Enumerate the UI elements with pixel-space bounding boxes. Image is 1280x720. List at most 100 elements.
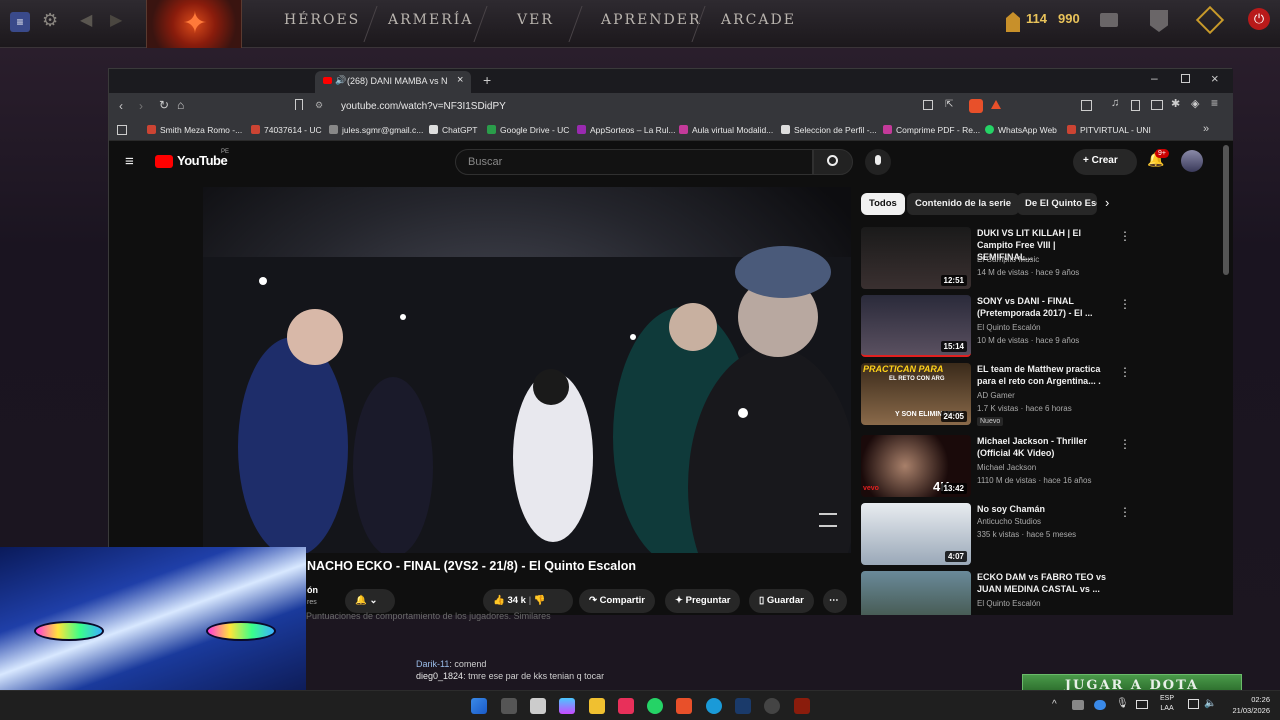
power-icon[interactable]: ⏻ (1248, 8, 1270, 30)
cast-icon[interactable] (923, 100, 933, 110)
recommended-video[interactable]: 15:14 SONY vs DANI - FINAL (Pretemporada… (861, 295, 1131, 361)
music-app-icon[interactable] (618, 698, 634, 714)
shield-icon[interactable] (1150, 10, 1168, 32)
steam-icon[interactable] (735, 698, 751, 714)
search-button[interactable] (813, 149, 853, 175)
apps-grid-icon[interactable] (117, 125, 127, 135)
bookmark-item[interactable]: Seleccion de Perfil -... (781, 125, 877, 135)
audio-icon[interactable]: 🔊 (335, 75, 346, 86)
whatsapp-icon[interactable] (647, 698, 663, 714)
start-icon[interactable] (471, 698, 487, 714)
bookmark-item[interactable]: AppSorteos – La Rul... (577, 125, 676, 135)
volume-icon[interactable]: 🔈 (1204, 698, 1216, 709)
brave-icon[interactable] (676, 698, 692, 714)
new-tab-icon[interactable]: + (483, 72, 491, 88)
bookmark-item[interactable]: Smith Meza Romo -... (147, 125, 242, 135)
more-options-icon[interactable]: ⋮ (1119, 573, 1121, 587)
address-bar[interactable]: ⚙ youtube.com/watch?v=NF3I1SDidPY ⇱ (309, 96, 1001, 118)
bookmark-item[interactable]: Google Drive - UC (487, 125, 569, 135)
forward-arrow-icon[interactable]: ▶ (110, 10, 122, 30)
more-options-icon[interactable]: ⋮ (1119, 505, 1131, 519)
tray-app-icon[interactable] (1072, 700, 1084, 710)
wallet-icon[interactable] (1151, 100, 1163, 110)
gear-icon[interactable]: ⚙ (42, 10, 58, 31)
minimize-icon[interactable]: – (1151, 71, 1158, 85)
extensions-icon[interactable]: ✱ (1171, 97, 1180, 110)
keyboard-icon[interactable] (1136, 700, 1148, 709)
chips-next-icon[interactable]: › (1105, 195, 1109, 210)
more-options-icon[interactable]: ⋮ (1119, 365, 1131, 379)
chip-all[interactable]: Todos (861, 193, 905, 215)
more-bookmarks-icon[interactable]: » (1203, 123, 1209, 135)
clock[interactable]: 02:26 21/03/2026 (1218, 694, 1270, 716)
recommended-video[interactable]: 4:07 No soy Chamán Anticucho Studios 335… (861, 503, 1131, 569)
back-icon[interactable]: ‹ (119, 99, 123, 113)
brave-shield-icon[interactable] (969, 99, 983, 113)
avatar[interactable] (1181, 150, 1203, 172)
recommended-video[interactable]: ECKO DAM vs FABRO TEO vs JUAN MEDINA CAS… (861, 571, 1121, 615)
more-options-icon[interactable]: ⋮ (1119, 437, 1131, 451)
bookmark-item[interactable]: 74037614 - UC (251, 125, 322, 135)
bookmark-item[interactable]: jules.sgmr@gmail.c... (329, 125, 423, 135)
voice-search-button[interactable] (865, 149, 891, 175)
bookmark-item[interactable]: Comprime PDF - Re... (883, 125, 980, 135)
recommended-video[interactable]: 12:51 DUKI VS LIT KILLAH | El Campito Fr… (861, 227, 1131, 293)
scrollbar[interactable] (1223, 145, 1229, 275)
microphone-icon[interactable]: 🎙 (1116, 698, 1129, 709)
brave-rewards-icon[interactable] (991, 100, 1001, 109)
subscribe-bell-button[interactable]: 🔔 ⌄ (345, 589, 395, 613)
ask-button[interactable]: ✦ Preguntar (665, 589, 741, 613)
sidebar-toggle-icon[interactable] (1081, 100, 1092, 111)
nav-arcade[interactable]: ARCADE (721, 12, 796, 28)
menu-icon[interactable]: ≡ (1211, 96, 1218, 110)
window-close-icon[interactable]: × (1211, 71, 1219, 86)
copilot-icon[interactable] (559, 698, 575, 714)
language-indicator[interactable]: ESP LAA (1160, 694, 1174, 714)
reload-icon[interactable]: ↻ (159, 98, 169, 112)
share-button[interactable]: ↷ Compartir (579, 589, 656, 613)
search-input[interactable]: Buscar (455, 149, 813, 175)
bookmark-item[interactable]: WhatsApp Web (985, 125, 1057, 135)
hamburger-menu-icon[interactable]: ≡ (125, 153, 134, 170)
create-button[interactable]: + Crear (1073, 149, 1137, 175)
bookmark-icon[interactable] (295, 99, 303, 110)
like-button[interactable]: 👍 34 k | 👎 (483, 589, 573, 613)
dota-menu-icon[interactable]: ≡ (10, 12, 30, 32)
nav-learn[interactable]: APRENDER (601, 12, 702, 28)
tab-close-icon[interactable]: × (457, 74, 463, 86)
network-icon[interactable] (1188, 699, 1199, 709)
tray-expand-icon[interactable]: ^ (1052, 699, 1057, 710)
dota-taskbar-icon[interactable] (794, 698, 810, 714)
onedrive-icon[interactable] (1094, 700, 1106, 710)
reading-icon[interactable] (1131, 100, 1140, 111)
nav-heroes[interactable]: HÉROES (284, 12, 360, 28)
more-actions-button[interactable]: ⋯ (823, 589, 847, 613)
nav-watch[interactable]: VER (517, 12, 554, 28)
back-arrow-icon[interactable]: ◀ (80, 10, 92, 30)
bookmark-item[interactable]: ChatGPT (429, 125, 477, 135)
calendar-icon[interactable] (530, 698, 546, 714)
video-player[interactable] (203, 187, 858, 627)
obs-icon[interactable] (764, 698, 780, 714)
bookmark-item[interactable]: Aula virtual Modalid... (679, 125, 773, 135)
browser-tab[interactable]: 🔊 (268) DANI MAMBA vs NACH × (315, 71, 471, 93)
site-info-icon[interactable]: ⚙ (315, 100, 323, 111)
chip-channel[interactable]: De El Quinto Esc (1017, 193, 1097, 215)
recommended-video[interactable]: vevo 4K 13:42 Michael Jackson - Thriller… (861, 435, 1131, 501)
bookmark-item[interactable]: PITVIRTUAL - UNI (1067, 125, 1151, 135)
more-options-icon[interactable]: ⋮ (1119, 229, 1131, 243)
vpn-icon[interactable]: ◈ (1191, 97, 1199, 110)
more-options-icon[interactable]: ⋮ (1119, 297, 1131, 311)
youtube-logo[interactable]: YouTube (177, 153, 228, 168)
task-view-icon[interactable] (501, 698, 517, 714)
forward-icon[interactable]: › (139, 99, 143, 113)
save-button[interactable]: ▯ Guardar (749, 589, 814, 613)
share-icon[interactable]: ⇱ (945, 99, 953, 110)
recommended-video[interactable]: PRACTICAN PARA EL RETO CON ARG Y SON ELI… (861, 363, 1131, 429)
edge-icon[interactable] (706, 698, 722, 714)
dota-logo[interactable]: ✦ (146, 0, 242, 48)
chip-series[interactable]: Contenido de la serie (907, 193, 1020, 215)
plus-subscription-icon[interactable] (1195, 5, 1225, 35)
nav-armory[interactable]: ARMERÍA (388, 12, 473, 28)
maximize-icon[interactable] (1181, 74, 1190, 83)
